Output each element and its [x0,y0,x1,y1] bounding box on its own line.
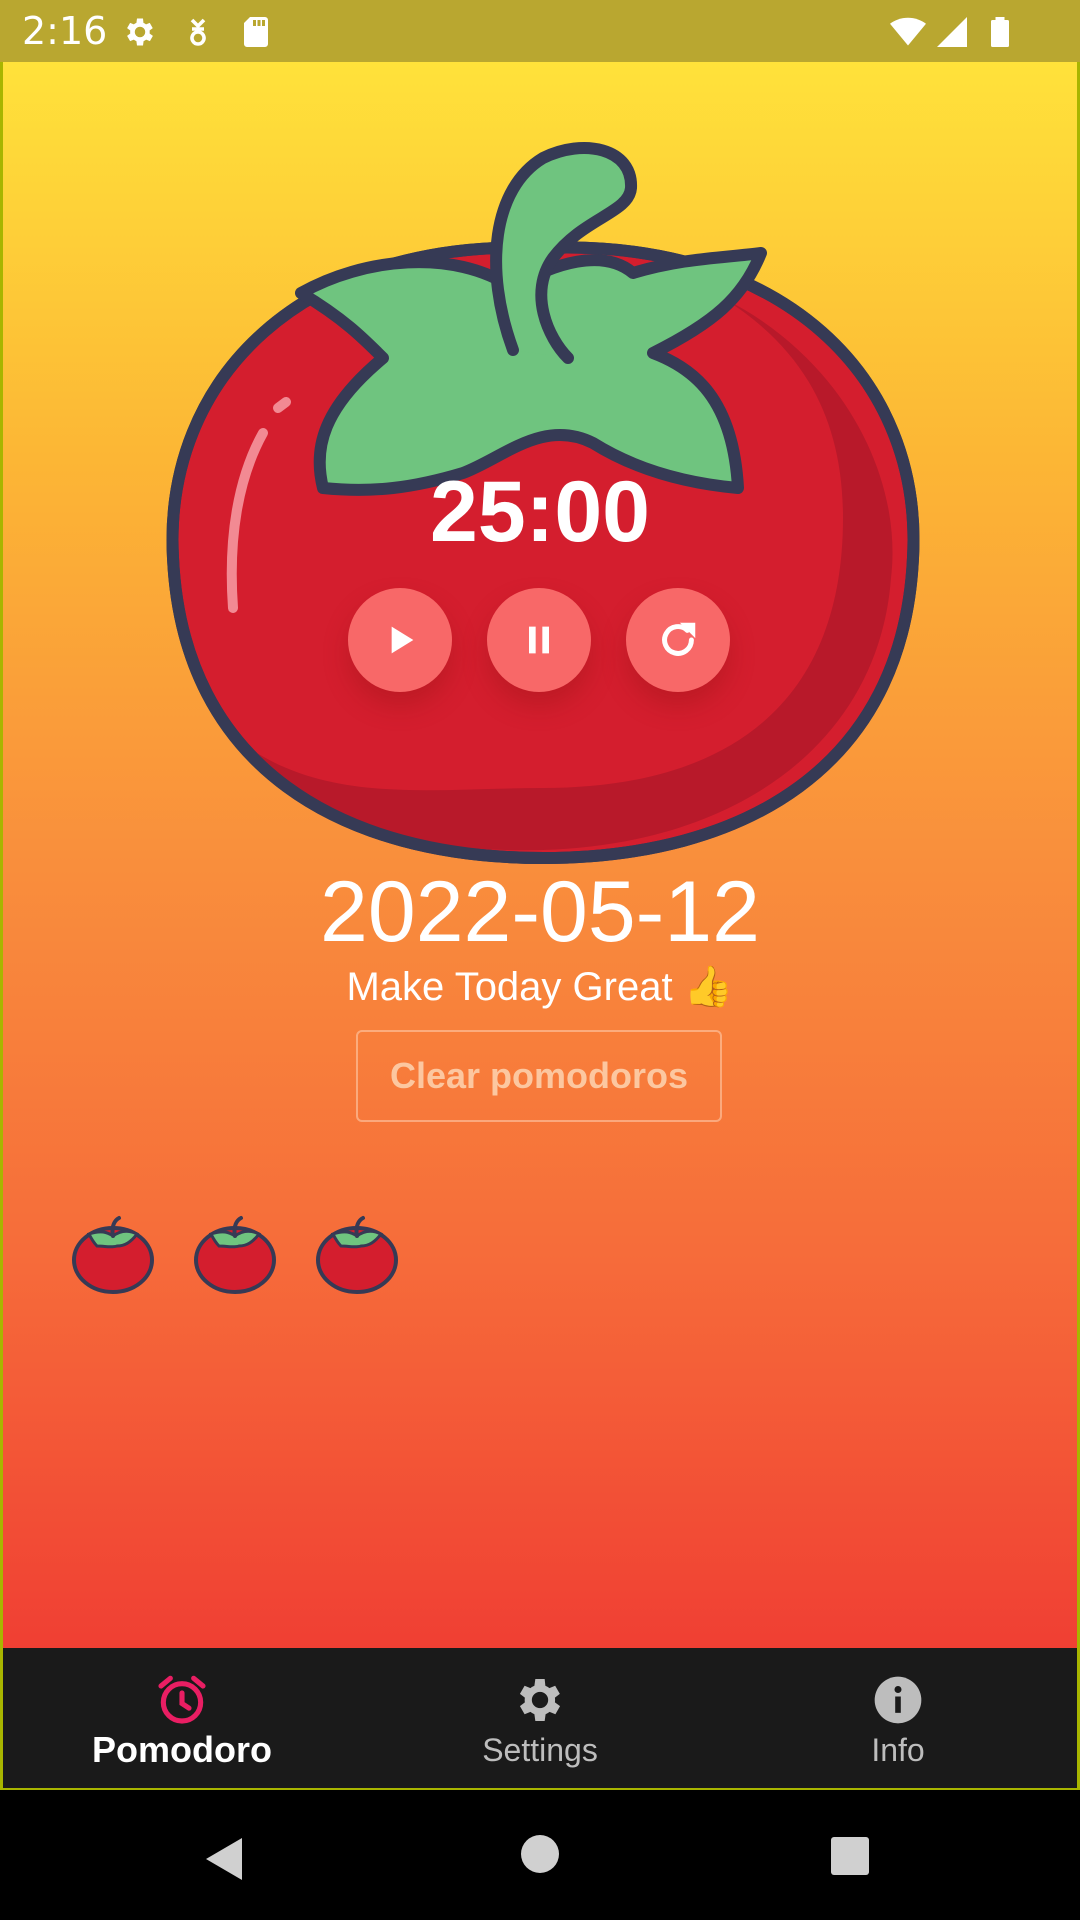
pomodoro-screen: 25:00 2022-05-12 Make Today Great 👍 Clea… [3,62,1077,1648]
nav-label-settings: Settings [482,1732,598,1768]
clear-pomodoros-button[interactable]: Clear pomodoros [356,1030,722,1122]
nav-label-pomodoro: Pomodoro [92,1729,272,1770]
reset-button[interactable] [626,588,730,692]
pomodoro-tomato-icon [72,1216,154,1294]
status-bar: 2:16 [0,0,1080,62]
play-icon [391,626,414,654]
system-navigation-bar [0,1790,1080,1920]
nav-item-pomodoro[interactable]: Pomodoro [3,1648,361,1790]
cell-signal-icon [937,17,967,47]
bottom-navigation: Pomodoro Settings Info [3,1648,1077,1790]
sd-card-icon [244,17,268,47]
wifi-icon [890,17,926,46]
status-time: 2:16 [22,9,108,53]
recents-icon[interactable] [830,1836,870,1876]
pomodoro-tomato-icon [194,1216,276,1294]
current-date: 2022-05-12 [320,864,760,960]
timer-display: 25:00 [430,464,650,560]
nav-item-info[interactable]: Info [719,1648,1077,1790]
pause-button[interactable] [487,588,591,692]
nav-item-settings[interactable]: Settings [361,1648,719,1790]
gear-icon [127,18,153,46]
info-icon [874,1676,922,1724]
pomodoro-tomato-icon [316,1216,398,1294]
alarm-clock-icon [158,1675,206,1724]
home-icon[interactable] [520,1834,560,1874]
pause-icon [529,626,549,654]
battery-icon [991,17,1009,47]
play-button[interactable] [348,588,452,692]
back-icon[interactable] [200,1834,246,1884]
download-notification-icon [190,18,206,46]
nav-label-info: Info [871,1732,925,1768]
motto-text: Make Today Great 👍 [346,965,734,1009]
gear-icon [519,1679,561,1721]
reset-icon [662,622,696,656]
window-frame-left [0,62,3,1790]
